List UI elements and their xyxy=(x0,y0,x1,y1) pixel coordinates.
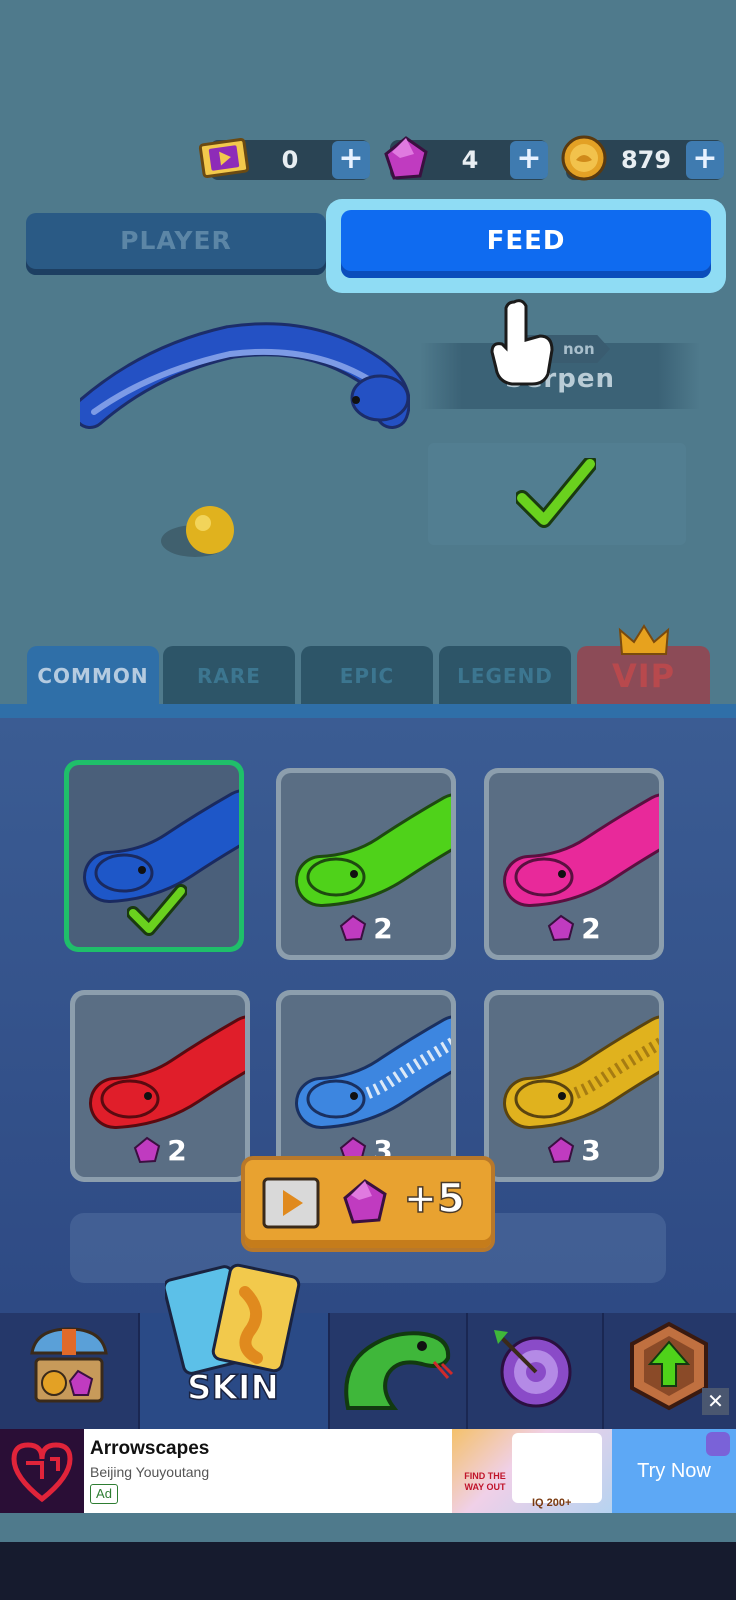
ad-image-caption: FIND THE WAY OUT xyxy=(464,1471,506,1492)
snake-icon[interactable] xyxy=(338,1318,456,1414)
coin-counter: 879 + xyxy=(561,135,724,181)
gem-counter: 4 + xyxy=(384,136,548,180)
close-ad-button[interactable]: ✕ xyxy=(702,1388,729,1415)
skin-card[interactable]: 2 xyxy=(276,768,456,960)
nav-divider xyxy=(328,1313,330,1429)
ticket-icon xyxy=(198,137,250,179)
food-ball xyxy=(161,506,234,557)
system-nav-bar xyxy=(0,1542,736,1600)
ad-title: Arrowscapes xyxy=(90,1438,210,1459)
reward-amount: +5 xyxy=(403,1175,466,1223)
ad-choices-icon[interactable] xyxy=(706,1432,730,1456)
coin-icon xyxy=(561,135,607,181)
snake-head-red xyxy=(89,1015,245,1129)
coin-count: 879 xyxy=(620,146,672,174)
gem-icon xyxy=(343,1179,387,1224)
gem-count: 4 xyxy=(461,146,479,174)
skin-card[interactable] xyxy=(64,760,244,952)
add-coins-button[interactable]: + xyxy=(686,141,724,179)
gem-icon xyxy=(340,914,367,942)
play-video-icon xyxy=(262,1177,320,1229)
skin-price: 2 xyxy=(281,912,451,945)
crown-icon xyxy=(618,624,670,655)
skin-price: 3 xyxy=(489,1134,659,1167)
snake-head-scaled-blue xyxy=(295,1015,451,1129)
nav-divider xyxy=(466,1313,468,1429)
snake-preview xyxy=(80,322,410,429)
tab-epic[interactable]: EPIC xyxy=(301,646,433,708)
ticket-counter: 0 + xyxy=(198,137,370,180)
skin-price: 2 xyxy=(489,912,659,945)
feed-button[interactable]: FEED xyxy=(341,210,711,278)
snake-head-gold xyxy=(503,1015,659,1129)
tab-legend[interactable]: LEGEND xyxy=(439,646,571,708)
gem-icon xyxy=(548,914,575,942)
shop-icon[interactable] xyxy=(28,1323,110,1407)
selected-checkmark-icon xyxy=(127,884,187,936)
gem-icon xyxy=(134,1136,161,1164)
gem-icon xyxy=(548,1136,575,1164)
watch-ad-reward-button[interactable]: +5 xyxy=(241,1156,495,1252)
nav-skin-label[interactable]: SKIN xyxy=(138,1367,328,1409)
ad-image: FIND THE WAY OUT IQ 200+ xyxy=(452,1429,612,1513)
ad-badge: Ad xyxy=(90,1484,118,1504)
tab-underline xyxy=(0,704,736,718)
ad-image-label: IQ 200+ xyxy=(532,1497,572,1509)
upgrade-icon[interactable] xyxy=(626,1320,712,1412)
ticket-count: 0 xyxy=(281,146,299,174)
add-tickets-button[interactable]: + xyxy=(332,141,370,179)
checkmark-icon xyxy=(516,458,596,528)
nav-divider xyxy=(602,1313,604,1429)
skin-card[interactable]: 2 xyxy=(484,768,664,960)
skin-price: 2 xyxy=(75,1134,245,1167)
skin-card[interactable]: 3 xyxy=(484,990,664,1182)
snake-head-green xyxy=(295,793,451,907)
tutorial-hand-icon xyxy=(490,299,554,386)
tab-common[interactable]: COMMON xyxy=(27,646,159,710)
skin-card[interactable]: 3 xyxy=(276,990,456,1182)
app-logo-icon xyxy=(0,1429,84,1513)
skin-cards-icon[interactable] xyxy=(165,1262,305,1382)
tab-rare[interactable]: RARE xyxy=(163,646,295,708)
skin-card[interactable]: 2 xyxy=(70,990,250,1182)
player-button[interactable]: PLAYER xyxy=(26,213,326,275)
ad-subtitle: Beijing Youyoutang xyxy=(90,1464,210,1480)
snake-head-pink xyxy=(503,793,659,907)
target-icon[interactable] xyxy=(486,1322,580,1410)
add-gems-button[interactable]: + xyxy=(510,141,548,179)
gem-icon xyxy=(384,136,428,180)
